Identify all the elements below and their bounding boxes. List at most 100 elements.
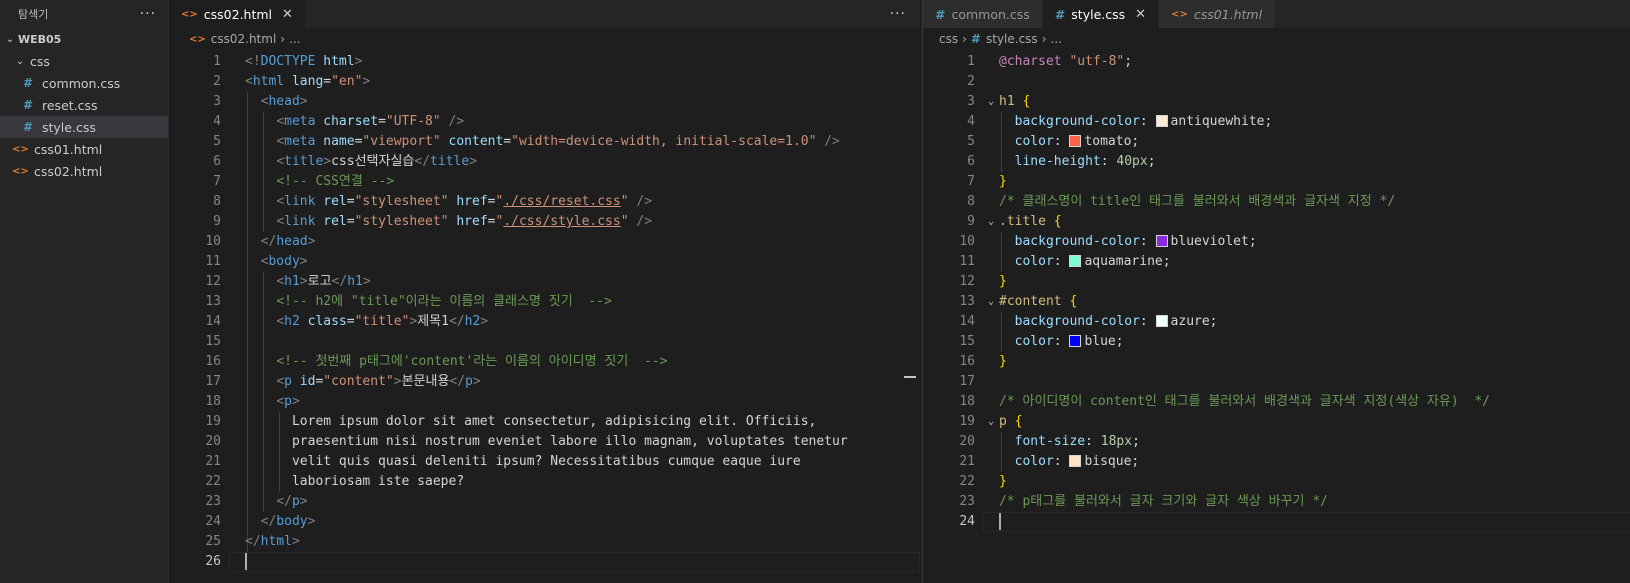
code-line[interactable]: 11 color: aquamarine; <box>923 252 1630 272</box>
code-line[interactable]: 14 background-color: azure; <box>923 312 1630 332</box>
tab-css01-html[interactable]: <> css01.html <box>1159 0 1276 28</box>
tab-style-css[interactable]: # style.css ✕ <box>1042 0 1160 28</box>
code-line[interactable]: 23 /* p태그를 불러와서 글자 크기와 글자 색상 바꾸기 */ <box>923 492 1630 512</box>
code-line[interactable]: 15 color: blue; <box>923 332 1630 352</box>
color-swatch-icon[interactable] <box>1069 334 1082 347</box>
code-text: color: bisque; <box>1014 454 1140 469</box>
tree-file-css02-html[interactable]: <> css02.html <box>0 160 168 182</box>
code-line[interactable]: 23 </p> <box>169 492 920 512</box>
code-line[interactable]: 16 <!-- 첫번째 p태그에'content'라는 이름의 아이디명 짓기 … <box>169 352 920 372</box>
code-line[interactable]: 4 <meta charset="UTF-8" /> <box>169 112 920 132</box>
code-line[interactable]: 25 </html> <box>169 532 920 552</box>
code-line[interactable]: 22 laboriosam iste saepe? <box>169 472 920 492</box>
color-swatch-icon[interactable] <box>1069 134 1082 147</box>
explorer-title: 탐색기 <box>18 8 49 21</box>
tree-file-css01-html[interactable]: <> css01.html <box>0 138 168 160</box>
fold-chevron-icon[interactable]: ⌄ <box>983 412 999 432</box>
tab-common-css[interactable]: # common.css <box>923 0 1043 28</box>
code-line[interactable]: 3 <head> <box>169 92 920 112</box>
color-swatch-icon[interactable] <box>1069 454 1082 467</box>
fold-gutter <box>229 292 245 312</box>
code-line[interactable]: 19 Lorem ipsum dolor sit amet consectetu… <box>169 412 920 432</box>
line-number: 19 <box>959 414 975 429</box>
code-line[interactable]: 19 ⌄ p { <box>923 412 1630 432</box>
code-line[interactable]: 9 ⌄ .title { <box>923 212 1630 232</box>
tree-root-folder[interactable]: ⌄ WEB05 <box>0 28 168 50</box>
code-line[interactable]: 1 <!DOCTYPE html> <box>169 52 920 72</box>
color-swatch-icon[interactable] <box>1155 314 1168 327</box>
code-line[interactable]: 26 <box>169 552 920 572</box>
breadcrumb-symbol[interactable]: ... <box>1051 32 1062 46</box>
line-number: 5 <box>967 134 975 149</box>
tab-label: style.css <box>1071 6 1126 22</box>
code-line[interactable]: 6 <title>css선택자실습</title> <box>169 152 920 172</box>
more-actions-icon[interactable]: ··· <box>140 6 156 22</box>
color-swatch-icon[interactable] <box>1155 114 1168 127</box>
breadcrumb-symbol[interactable]: ... <box>289 32 300 46</box>
code-line[interactable]: 7 <!-- CSS연결 --> <box>169 172 920 192</box>
code-text: /* p태그를 불러와서 글자 크기와 글자 색상 바꾸기 */ <box>999 494 1328 509</box>
file-label: css01.html <box>34 141 103 157</box>
breadcrumb-file[interactable]: css02.html <box>211 32 277 46</box>
code-line[interactable]: 8 <link rel="stylesheet" href="./css/res… <box>169 192 920 212</box>
close-icon[interactable]: ✕ <box>1135 7 1146 22</box>
tree-file-style-css[interactable]: # style.css <box>0 116 168 138</box>
fold-chevron-icon[interactable]: ⌄ <box>983 292 999 312</box>
code-line[interactable]: 5 <meta name="viewport" content="width=d… <box>169 132 920 152</box>
code-area-right[interactable]: 1 @charset "utf-8"; 2 3 ⌄ h1 {4 background-co… <box>923 52 1630 532</box>
more-actions-icon[interactable]: ··· <box>890 6 906 22</box>
code-area-left[interactable]: 1 <!DOCTYPE html> 2 <html lang="en"> 3 <head… <box>169 52 920 572</box>
code-line[interactable]: 17 <box>923 372 1630 392</box>
code-line[interactable]: 12} <box>923 272 1630 292</box>
code-text: <!-- CSS연결 --> <box>276 174 395 189</box>
code-line[interactable]: 9 <link rel="stylesheet" href="./css/sty… <box>169 212 920 232</box>
code-line[interactable]: 20 font-size: 18px; <box>923 432 1630 452</box>
code-line[interactable]: 3 ⌄ h1 { <box>923 92 1630 112</box>
line-number: 11 <box>205 254 221 269</box>
tab-css02-html[interactable]: <> css02.html ✕ <box>169 0 306 28</box>
line-number: 23 <box>959 494 975 509</box>
code-line[interactable]: 11 <body> <box>169 252 920 272</box>
code-line[interactable]: 13 ⌄ #content { <box>923 292 1630 312</box>
tree-folder-css[interactable]: ⌄ css <box>0 50 168 72</box>
code-line[interactable]: 18 /* 아이디명이 content인 태그를 불러와서 배경색과 글자색 지정… <box>923 392 1630 412</box>
line-number: 13 <box>205 294 221 309</box>
code-line[interactable]: 8 /* 클래스명이 title인 태그를 불러와서 배경색과 글자색 지정 */ <box>923 192 1630 212</box>
code-line[interactable]: 20 praesentium nisi nostrum eveniet labo… <box>169 432 920 452</box>
code-line[interactable]: 10 </head> <box>169 232 920 252</box>
color-swatch-icon[interactable] <box>1069 254 1082 267</box>
tree-file-common-css[interactable]: # common.css <box>0 72 168 94</box>
code-line[interactable]: 4 background-color: antiquewhite; <box>923 112 1630 132</box>
code-line[interactable]: 7} <box>923 172 1630 192</box>
code-line[interactable]: 14 <h2 class="title">제목1</h2> <box>169 312 920 332</box>
fold-chevron-icon[interactable]: ⌄ <box>983 92 999 112</box>
scrollbar-marker[interactable] <box>904 376 916 378</box>
code-line[interactable]: 5 color: tomato; <box>923 132 1630 152</box>
code-line[interactable]: 16} <box>923 352 1630 372</box>
code-line[interactable]: 21 velit quis quasi deleniti ipsum? Nece… <box>169 452 920 472</box>
code-line[interactable]: 2 <html lang="en"> <box>169 72 920 92</box>
code-line[interactable]: 24 <box>923 512 1630 532</box>
tree-file-reset-css[interactable]: # reset.css <box>0 94 168 116</box>
code-line[interactable]: 18 <p> <box>169 392 920 412</box>
code-line[interactable]: 12 <h1>로고</h1> <box>169 272 920 292</box>
fold-chevron-icon[interactable]: ⌄ <box>983 212 999 232</box>
code-line[interactable]: 6 line-height: 40px; <box>923 152 1630 172</box>
code-line[interactable]: 15 <box>169 332 920 352</box>
code-line[interactable]: 2 <box>923 72 1630 92</box>
code-text: } <box>999 174 1007 189</box>
line-number: 26 <box>205 554 221 569</box>
code-line[interactable]: 10 background-color: blueviolet; <box>923 232 1630 252</box>
code-line[interactable]: 21 color: bisque; <box>923 452 1630 472</box>
code-text: <link rel="stylesheet" href="./css/reset… <box>276 194 653 209</box>
breadcrumb-folder[interactable]: css <box>939 32 958 46</box>
color-swatch-icon[interactable] <box>1155 234 1168 247</box>
code-line[interactable]: 22} <box>923 472 1630 492</box>
close-icon[interactable]: ✕ <box>282 7 293 22</box>
breadcrumb-file[interactable]: style.css <box>986 32 1038 46</box>
code-line[interactable]: 1 @charset "utf-8"; <box>923 52 1630 72</box>
code-line[interactable]: 13 <!-- h2에 "title"이라는 이름의 클래스명 짓기 --> <box>169 292 920 312</box>
code-text: </head> <box>260 234 316 249</box>
code-line[interactable]: 17 <p id="content">본문내용</p> <box>169 372 920 392</box>
code-line[interactable]: 24 </body> <box>169 512 920 532</box>
